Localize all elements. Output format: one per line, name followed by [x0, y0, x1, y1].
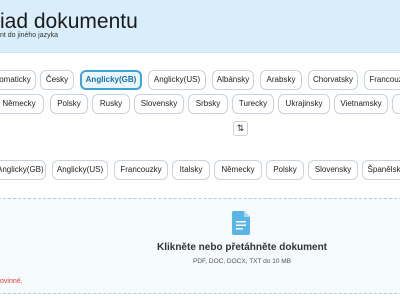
dropzone-hint: PDF, DOC, DOCX, TXT do 10 MB — [192, 258, 291, 265]
page-header: iad dokumentu nt do jiného jazyka — [0, 0, 400, 53]
source-lang-de[interactable]: Německy — [0, 94, 44, 114]
source-lang-auto[interactable]: omaticky — [0, 70, 36, 90]
source-lang-ru[interactable]: Rusky — [92, 94, 130, 114]
target-lang-it[interactable]: Italsky — [172, 160, 210, 180]
source-lang-sr[interactable]: Srbsky — [188, 94, 228, 114]
target-lang-sk[interactable]: Slovensky — [308, 160, 358, 180]
required-error-message: ovinné. — [0, 278, 23, 285]
source-lang-tr[interactable]: Turecky — [232, 94, 274, 114]
swap-languages-button[interactable]: ⇅ — [233, 121, 248, 136]
target-lang-en-gb[interactable]: Anglicky(GB) — [0, 160, 46, 180]
source-lang-sq[interactable]: Albánsky — [212, 70, 254, 90]
source-lang-en-gb[interactable]: Anglicky(GB) — [80, 70, 142, 90]
source-lang-vi[interactable]: Vietnamsky — [334, 94, 388, 114]
source-lang-ar[interactable]: Arabsky — [260, 70, 302, 90]
dropzone-title: Klikněte nebo přetáhněte dokument — [156, 242, 328, 253]
source-lang-sk[interactable]: Slovensky — [134, 94, 184, 114]
source-lang-uk[interactable]: Ukrajinsky — [278, 94, 330, 114]
target-lang-en-us[interactable]: Anglicky(US) — [52, 160, 108, 180]
target-lang-de[interactable]: Německy — [214, 160, 262, 180]
page-subtitle: nt do jiného jazyka — [0, 32, 58, 39]
source-lang-fr[interactable]: Francouz — [364, 70, 400, 90]
swap-icon: ⇅ — [236, 123, 245, 133]
source-lang-en-us[interactable]: Anglicky(US) — [148, 70, 206, 90]
document-icon — [232, 211, 250, 235]
source-lang-hr[interactable]: Chorvatsky — [308, 70, 358, 90]
target-lang-pl[interactable]: Polsky — [266, 160, 304, 180]
target-lang-fr[interactable]: Francouzky — [114, 160, 168, 180]
page-title: iad dokumentu — [0, 10, 138, 33]
source-lang-cs[interactable]: Česky — [40, 70, 74, 90]
target-lang-es[interactable]: Španělsk — [362, 160, 400, 180]
source-lang-pl[interactable]: Polsky — [50, 94, 88, 114]
source-lang-more[interactable] — [392, 94, 400, 114]
